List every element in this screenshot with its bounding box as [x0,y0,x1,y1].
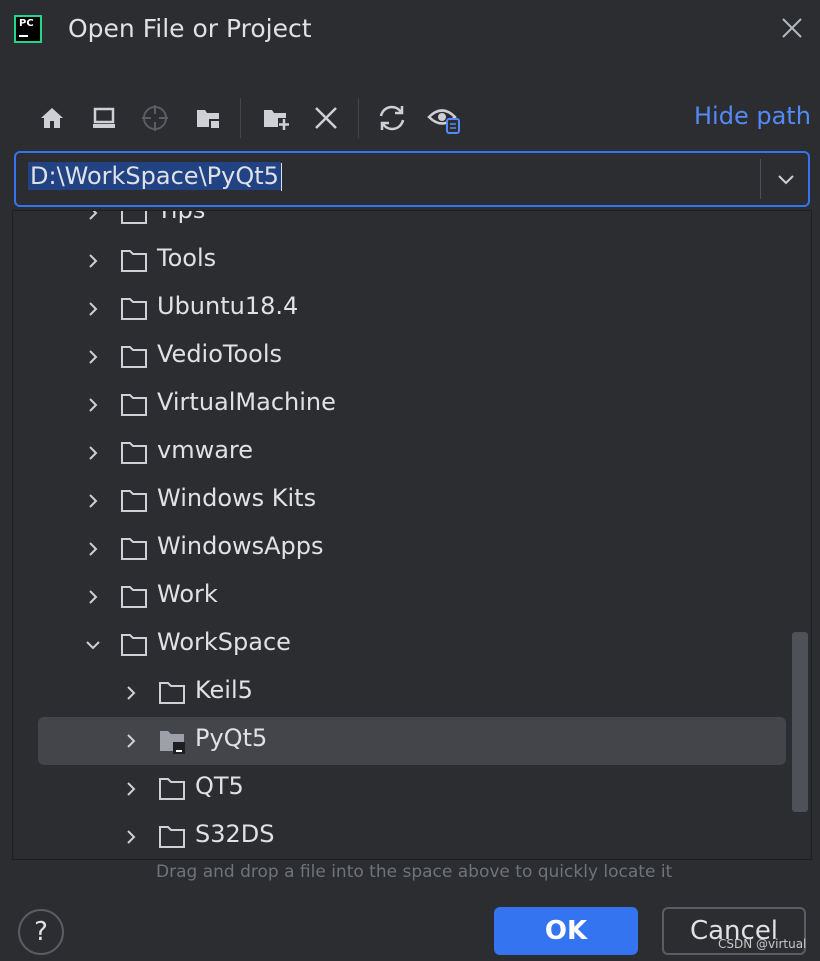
home-icon [41,108,63,128]
title-bar: PC Open File or Project [0,0,820,62]
tree-row[interactable]: Tools [13,237,811,285]
chevron-right-icon[interactable] [83,539,103,559]
folder-icon [121,298,147,320]
tree-item-label: QT5 [195,772,244,800]
tree-item-label: Work [157,580,218,608]
desktop-button[interactable] [86,98,122,138]
refresh-icon [379,105,405,131]
file-tree[interactable]: Tips Tools Ubuntu18.4 VedioTools VirtualMach… [12,210,812,860]
tree-row[interactable]: Tips [13,210,811,237]
path-input[interactable]: D:\WorkSpace\PyQt5 [28,162,758,194]
close-icon [782,18,802,38]
tree-item-label: vmware [157,436,254,464]
folder-icon [121,634,147,656]
refresh-button[interactable] [374,98,410,138]
chevron-right-icon[interactable] [83,587,103,607]
chevron-down-icon [778,175,794,185]
close-button[interactable] [776,12,808,44]
dialog-title: Open File or Project [68,14,312,43]
chevron-right-icon[interactable] [83,443,103,463]
tree-row[interactable]: WorkSpace [13,621,811,669]
chevron-right-icon[interactable] [83,491,103,511]
eye-icon [427,109,460,134]
new-folder-button[interactable] [258,98,294,138]
tree-row[interactable]: S32DS [13,813,811,859]
tree-item-label: PyQt5 [195,724,268,752]
folder-module-icon [197,110,219,129]
desktop-icon [93,107,115,128]
locate-icon [142,105,168,131]
folder-icon [159,826,185,848]
path-history-dropdown[interactable] [768,161,804,197]
folder-icon [121,586,147,608]
logo-text: PC [19,18,34,29]
tree-row[interactable]: Windows Kits [13,477,811,525]
folder-icon [121,442,147,464]
folder-icon [121,394,147,416]
show-hidden-button[interactable] [426,98,462,138]
tree-item-label: Keil5 [195,676,253,704]
tree-scrollbar[interactable] [792,632,808,812]
folder-icon [159,778,185,800]
chevron-right-icon[interactable] [83,347,103,367]
tree-item-label: Windows Kits [157,484,317,512]
tree-item-label: Tips [157,210,206,224]
tree-item-label: Ubuntu18.4 [157,292,299,320]
tree-item-label: WindowsApps [157,532,324,560]
delete-icon [315,107,337,129]
module-button[interactable] [190,98,226,138]
watermark-text: CSDN @virtual [718,937,807,951]
path-value: D:\WorkSpace\PyQt5 [28,162,281,190]
chevron-right-icon[interactable] [121,779,141,799]
tree-row[interactable]: Ubuntu18.4 [13,285,811,333]
help-button[interactable]: ? [18,909,64,955]
ok-button[interactable]: OK [494,907,638,955]
folder-icon [121,346,147,368]
project-folder-icon [160,731,185,754]
tree-row[interactable]: WindowsApps [13,525,811,573]
toolbar: Hide path [0,94,820,142]
tree-row[interactable]: Keil5 [13,669,811,717]
tree-row[interactable]: VirtualMachine [13,381,811,429]
chevron-right-icon[interactable] [83,251,103,271]
tree-row[interactable]: QT5 [13,765,811,813]
project-button [137,98,173,138]
tree-item-label: S32DS [195,820,275,848]
drag-drop-hint: Drag and drop a file into the space abov… [156,862,673,882]
folder-icon [121,490,147,512]
tree-row[interactable]: Work [13,573,811,621]
chevron-right-icon[interactable] [121,683,141,703]
folder-icon [121,250,147,272]
chevron-down-icon[interactable] [83,635,103,655]
chevron-right-icon[interactable] [83,210,103,223]
chevron-right-icon[interactable] [83,299,103,319]
path-combobox[interactable]: D:\WorkSpace\PyQt5 [14,151,810,207]
tree-row[interactable]: vmware [13,429,811,477]
tree-item-label: Tools [157,244,217,272]
pycharm-logo-icon: PC [14,15,42,43]
home-button[interactable] [34,98,70,138]
tree-item-label: VirtualMachine [157,388,336,416]
folder-icon [121,211,147,224]
tree-item-label: WorkSpace [157,628,291,656]
delete-button[interactable] [308,98,344,138]
tree-row[interactable]: VedioTools [13,333,811,381]
tree-row[interactable]: PyQt5 [13,717,811,765]
chevron-right-icon[interactable] [121,827,141,847]
folder-icon [159,682,185,704]
chevron-right-icon[interactable] [121,731,141,751]
folder-icon [121,538,147,560]
chevron-right-icon[interactable] [83,395,103,415]
tree-item-label: VedioTools [157,340,283,368]
new-folder-icon [264,110,290,130]
hide-path-link[interactable]: Hide path [694,102,811,130]
